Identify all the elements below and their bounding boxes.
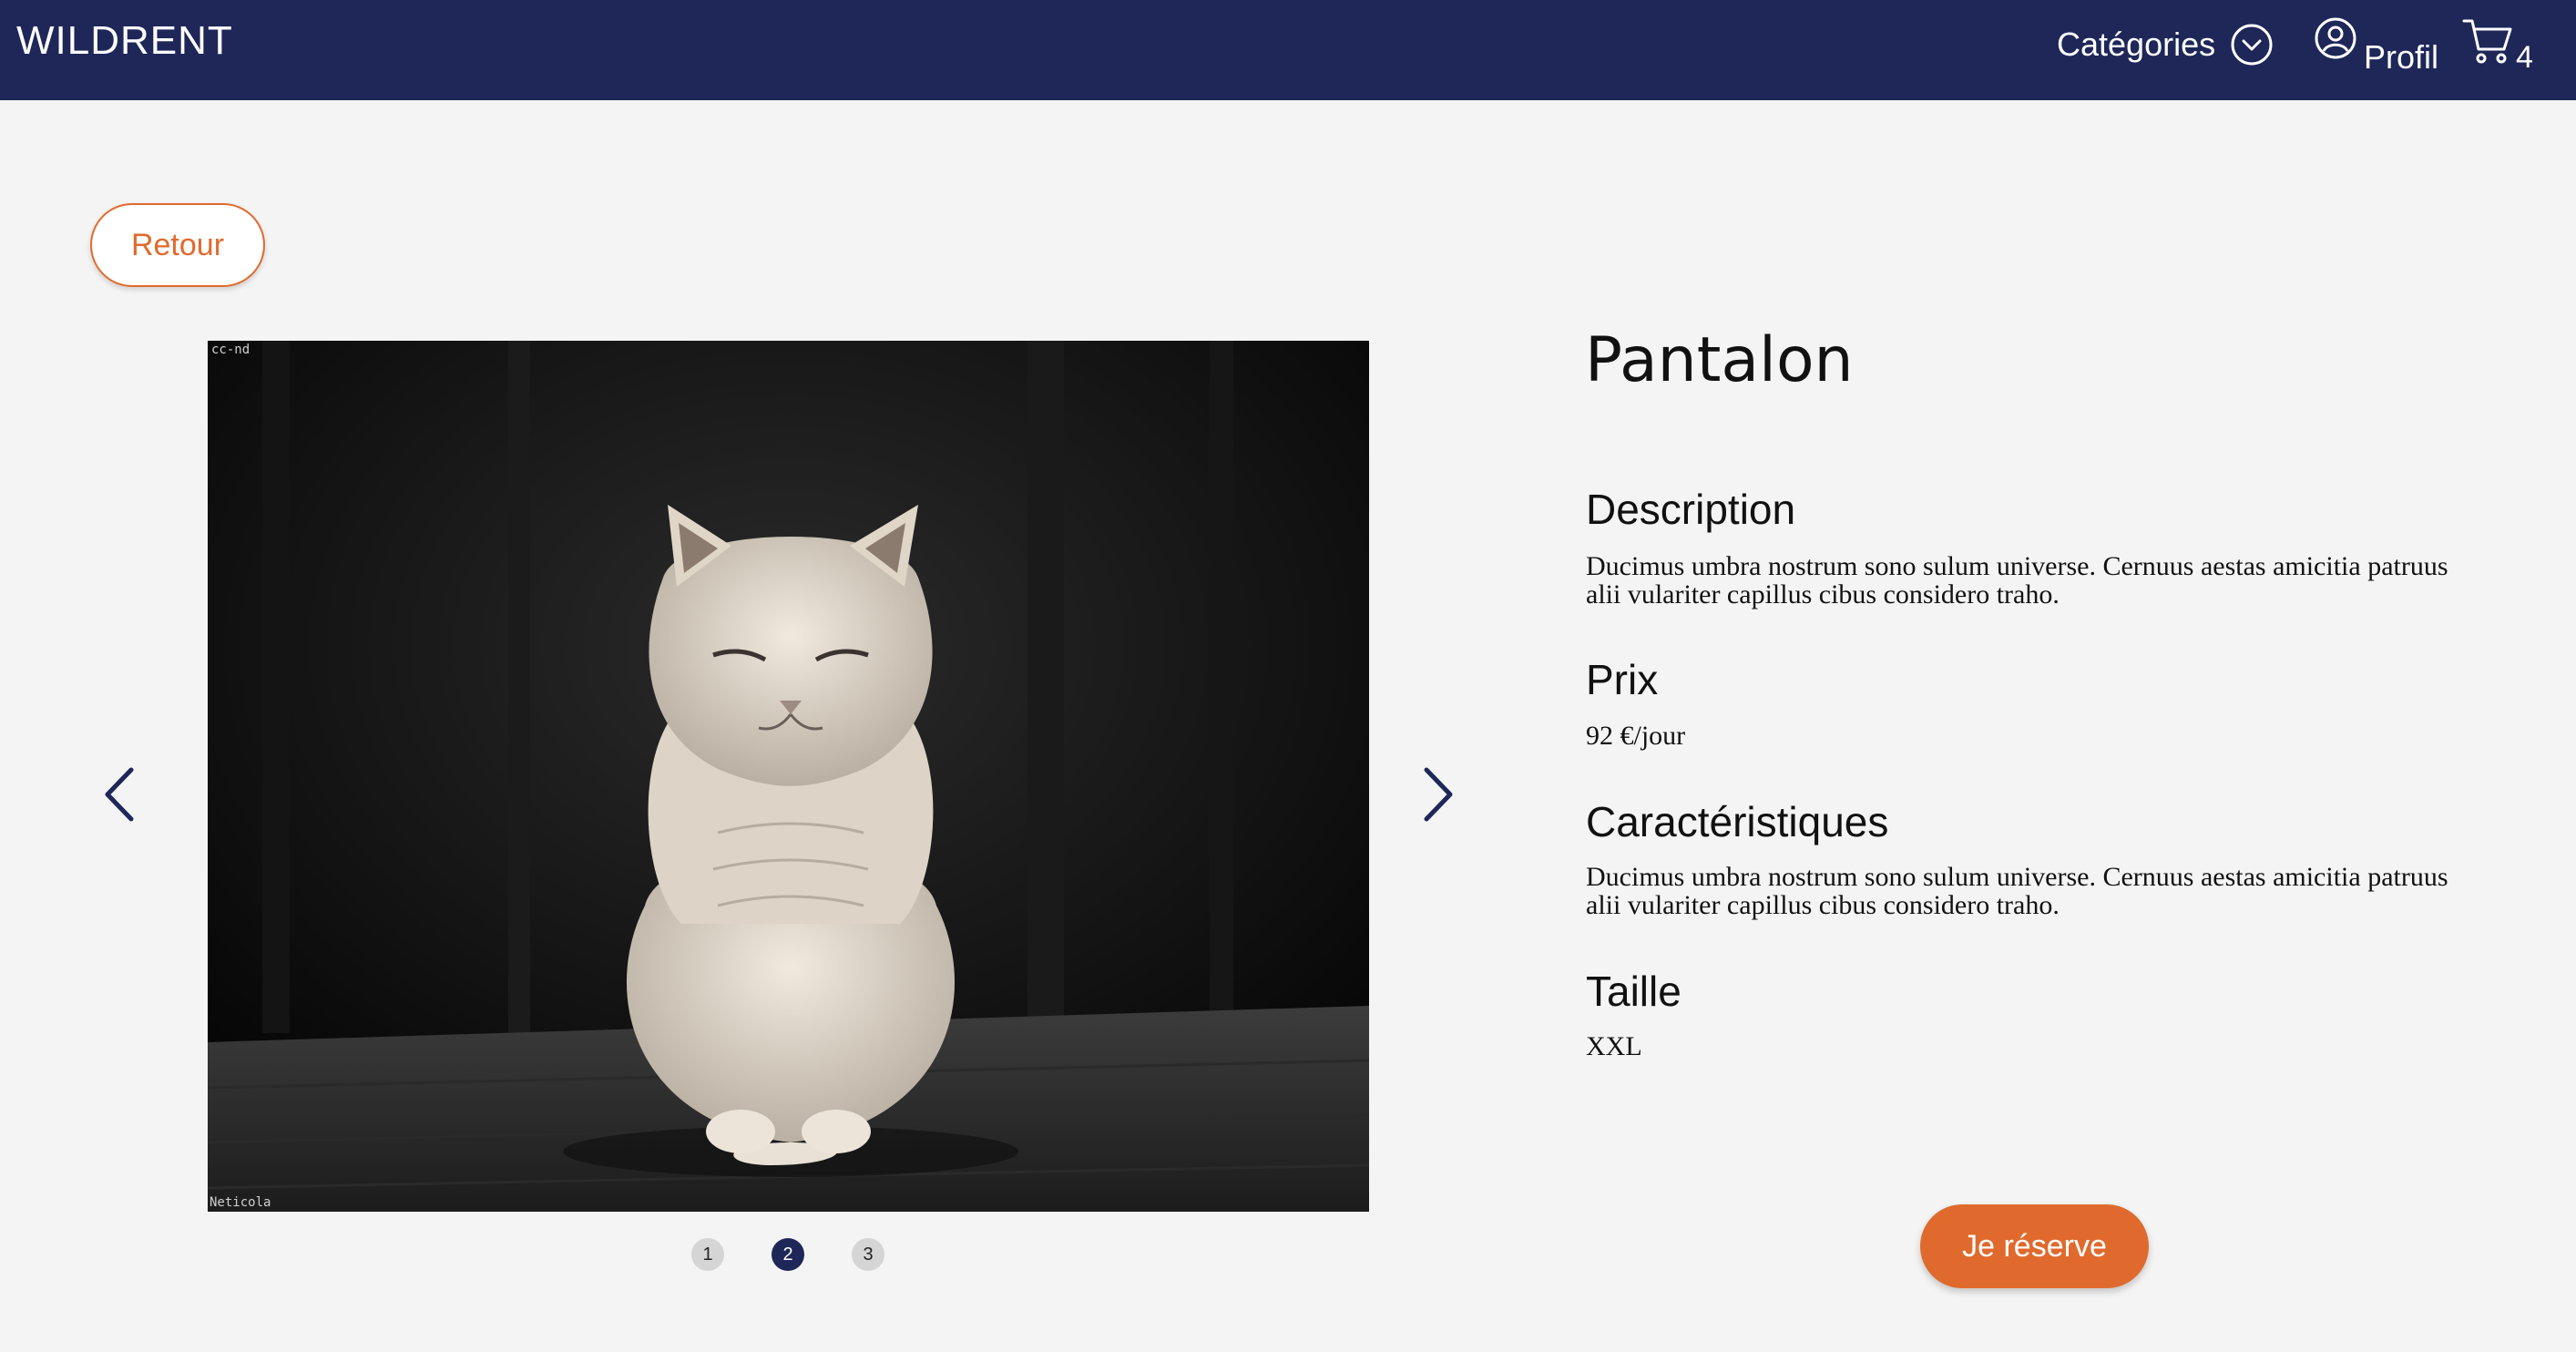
user-icon xyxy=(2315,17,2356,59)
price-text: 92 €/jour xyxy=(1586,721,1686,751)
features-text: Ducimus umbra nostrum sono sulum univers… xyxy=(1586,862,2448,920)
site-logo[interactable]: WILDRENT xyxy=(16,18,233,64)
price-heading: Prix xyxy=(1586,656,1659,703)
back-button[interactable]: Retour xyxy=(90,203,265,287)
chevron-left-icon[interactable] xyxy=(100,765,138,824)
size-text: XXL xyxy=(1586,1031,1642,1061)
carousel-dot-2[interactable]: 2 xyxy=(772,1238,804,1271)
cart-count-badge: 4 xyxy=(2516,40,2533,75)
chevron-down-icon xyxy=(2231,24,2273,66)
description-heading: Description xyxy=(1586,486,1796,533)
reserve-button[interactable]: Je réserve xyxy=(1920,1204,2149,1288)
top-navbar: WILDRENT Catégories Profil 4 xyxy=(0,0,2576,100)
size-heading: Taille xyxy=(1586,968,1682,1015)
cart-link[interactable]: 4 xyxy=(2461,16,2543,75)
product-title: Pantalon xyxy=(1585,324,1854,396)
product-image: cc-nd Neticola xyxy=(208,341,1369,1212)
features-heading: Caractéristiques xyxy=(1586,798,1889,845)
cart-icon xyxy=(2462,19,2512,64)
carousel-dot-3[interactable]: 3 xyxy=(852,1238,884,1271)
categories-menu[interactable]: Catégories xyxy=(2057,22,2274,67)
image-watermark-bottom: Neticola xyxy=(210,1195,271,1210)
image-watermark-top: cc-nd xyxy=(211,343,250,357)
carousel-dot-1[interactable]: 1 xyxy=(691,1238,724,1271)
chevron-right-icon[interactable] xyxy=(1419,765,1457,824)
profile-label: Profil xyxy=(2364,38,2439,76)
description-text: Ducimus umbra nostrum sono sulum univers… xyxy=(1586,551,2448,609)
categories-label: Catégories xyxy=(2057,26,2216,63)
